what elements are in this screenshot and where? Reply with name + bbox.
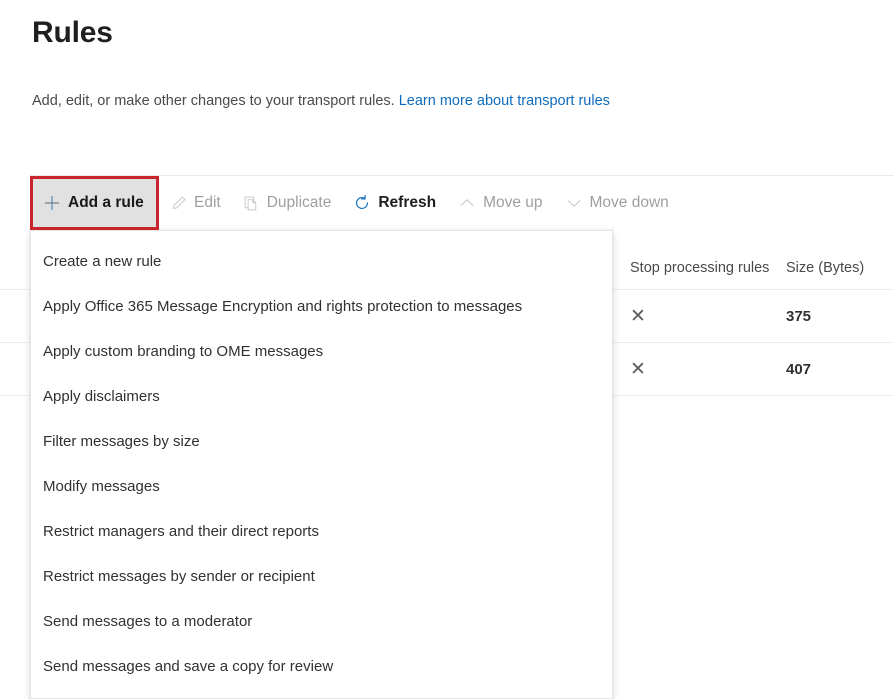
menu-item-modify-messages[interactable]: Modify messages — [31, 464, 612, 509]
size-value: 407 — [786, 361, 811, 378]
menu-item-apply-ome-rights-protection[interactable]: Apply Office 365 Message Encryption and … — [31, 284, 612, 329]
menu-item-apply-disclaimers[interactable]: Apply disclaimers — [31, 374, 612, 419]
learn-more-link[interactable]: Learn more about transport rules — [399, 93, 610, 109]
move-up-button[interactable]: Move up — [447, 178, 553, 228]
plus-icon — [42, 193, 62, 213]
move-up-label: Move up — [483, 194, 542, 212]
add-rule-label: Add a rule — [68, 194, 144, 212]
menu-item-send-and-save-copy[interactable]: Send messages and save a copy for review — [31, 644, 612, 689]
size-cell: 375 — [786, 308, 894, 325]
menu-item-apply-custom-branding[interactable]: Apply custom branding to OME messages — [31, 329, 612, 374]
size-value: 375 — [786, 308, 811, 325]
stop-processing-cell: ✕ — [612, 360, 786, 379]
chevron-down-icon — [565, 194, 583, 212]
move-down-button[interactable]: Move down — [554, 178, 680, 228]
pencil-icon — [170, 195, 187, 212]
refresh-button[interactable]: Refresh — [342, 178, 447, 228]
duplicate-button[interactable]: Duplicate — [232, 178, 343, 228]
size-cell: 407 — [786, 361, 894, 378]
add-rule-dropdown-menu: Create a new rule Apply Office 365 Messa… — [30, 230, 613, 699]
add-rule-button[interactable]: Add a rule — [33, 179, 156, 227]
refresh-label: Refresh — [378, 194, 436, 212]
chevron-up-icon — [458, 194, 476, 212]
refresh-icon — [353, 194, 371, 212]
menu-item-filter-messages-by-size[interactable]: Filter messages by size — [31, 419, 612, 464]
menu-item-restrict-managers[interactable]: Restrict managers and their direct repor… — [31, 509, 612, 554]
x-icon: ✕ — [630, 307, 646, 326]
page-subtitle: Add, edit, or make other changes to your… — [32, 90, 610, 112]
table-header-size[interactable]: Size (Bytes) — [786, 260, 894, 276]
page-header: Rules — [32, 12, 894, 54]
x-icon: ✕ — [630, 360, 646, 379]
menu-item-restrict-messages-by-sender[interactable]: Restrict messages by sender or recipient — [31, 554, 612, 599]
copy-icon — [243, 195, 260, 212]
duplicate-label: Duplicate — [267, 194, 332, 212]
table-header-stop-processing[interactable]: Stop processing rules — [612, 260, 786, 276]
stop-processing-cell: ✕ — [612, 307, 786, 326]
move-down-label: Move down — [590, 194, 669, 212]
page-subtitle-text: Add, edit, or make other changes to your… — [32, 93, 395, 109]
menu-item-create-a-new-rule[interactable]: Create a new rule — [31, 239, 612, 284]
edit-label: Edit — [194, 194, 221, 212]
page-title: Rules — [32, 12, 894, 54]
menu-item-send-to-moderator[interactable]: Send messages to a moderator — [31, 599, 612, 644]
edit-button[interactable]: Edit — [159, 178, 232, 228]
add-rule-highlight: Add a rule — [30, 176, 159, 230]
